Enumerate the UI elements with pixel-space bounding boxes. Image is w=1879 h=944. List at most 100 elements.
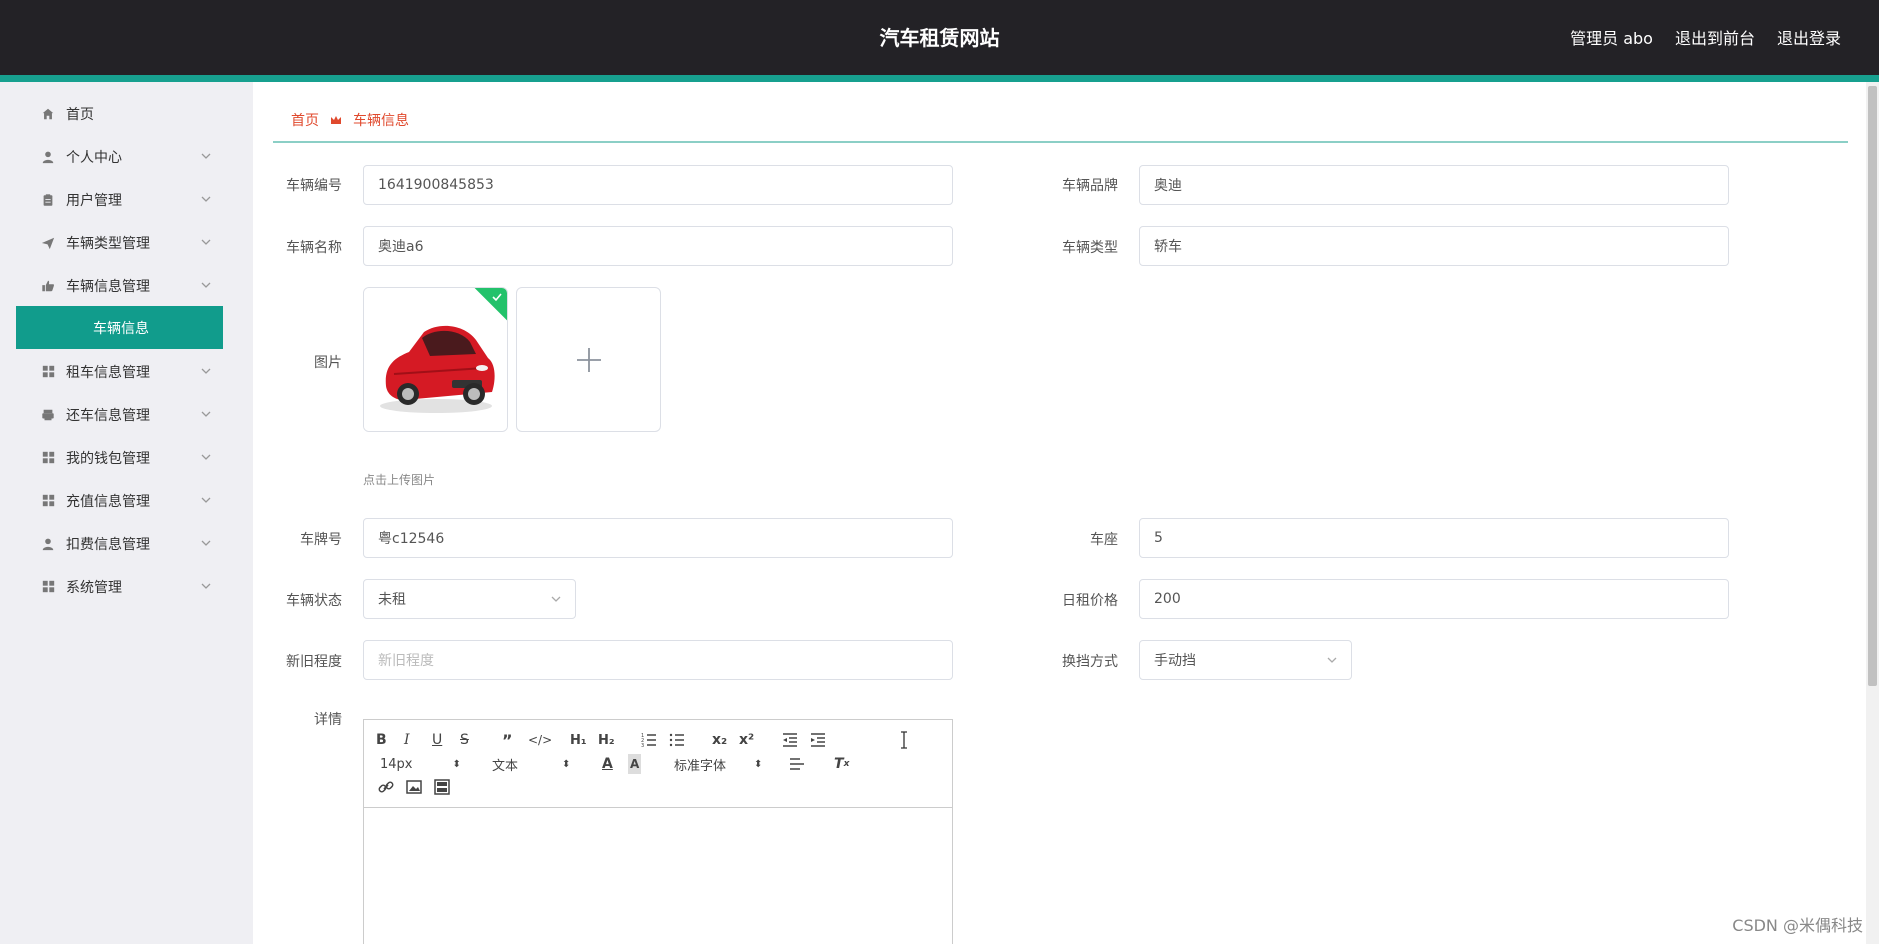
grid-icon	[40, 450, 56, 466]
gear-value: 手动挡	[1154, 653, 1196, 669]
font-family-select[interactable]: 标准字体 ⬍	[674, 754, 762, 774]
grid-icon	[40, 493, 56, 509]
top-bar: 汽车租赁网站 管理员 abo 退出到前台 退出登录	[0, 0, 1879, 75]
brand-value: 奥迪	[1154, 178, 1182, 194]
home-icon	[40, 106, 56, 122]
indent-icon[interactable]	[810, 732, 826, 748]
grid-icon	[40, 364, 56, 380]
sidebar-item-home[interactable]: 首页	[16, 92, 223, 135]
background-color-button[interactable]: A	[628, 754, 642, 774]
text-cursor-icon	[901, 731, 907, 749]
top-links: 管理员 abo 退出到前台 退出登录	[1570, 25, 1841, 49]
svg-text:3: 3	[641, 743, 644, 748]
vehicle-no-value: 1641900845853	[378, 177, 494, 193]
logout-link[interactable]: 退出登录	[1777, 25, 1841, 49]
sidebar-item-vehicle-info-management[interactable]: 车辆信息管理	[16, 264, 223, 307]
updown-icon: ⬍	[452, 758, 461, 770]
vehicle-type-value: 轿车	[1154, 239, 1182, 255]
sidebar-item-wallet-management[interactable]: 我的钱包管理	[16, 436, 223, 479]
sidebar-item-user-management[interactable]: 用户管理	[16, 178, 223, 221]
condition-input[interactable]: 新旧程度	[363, 640, 953, 680]
red-car-illustration	[364, 288, 507, 431]
heading1-button[interactable]: H₁	[570, 730, 587, 750]
video-icon[interactable]	[434, 779, 450, 795]
main-content: 首页 车辆信息 车辆编号 1641900845853 车辆品牌 奥迪 车辆名称 …	[253, 82, 1866, 944]
page-scrollbar-thumb[interactable]	[1868, 86, 1877, 686]
sidebar-item-return-info-management[interactable]: 还车信息管理	[16, 393, 223, 436]
admin-user-label[interactable]: 管理员 abo	[1570, 25, 1653, 49]
vehicle-type-input[interactable]: 轿车	[1139, 226, 1729, 266]
sidebar-item-label: 还车信息管理	[66, 407, 150, 424]
blockquote-button[interactable]: ”	[502, 730, 513, 750]
outdent-icon[interactable]	[782, 732, 798, 748]
font-color-button[interactable]: A	[602, 754, 613, 774]
chevron-down-icon	[201, 583, 211, 589]
chevron-down-icon	[201, 411, 211, 417]
clipboard-icon	[40, 192, 56, 208]
chevron-down-icon	[551, 596, 561, 602]
upload-add-button[interactable]	[516, 287, 661, 432]
plate-input[interactable]: 粤c12546	[363, 518, 953, 558]
vehicle-name-input[interactable]: 奥迪a6	[363, 226, 953, 266]
sidebar-item-label: 车辆信息	[93, 320, 149, 337]
align-left-icon[interactable]	[789, 756, 805, 772]
text-style-value: 文本	[492, 758, 519, 774]
send-icon	[40, 235, 56, 251]
sidebar-item-label: 用户管理	[66, 192, 122, 209]
image-icon[interactable]	[406, 779, 422, 795]
daily-price-label: 日租价格	[1062, 593, 1118, 609]
subscript-button[interactable]: x₂	[712, 730, 727, 750]
sidebar: 首页 个人中心 用户管理 车辆类型管理 车辆信息管理 车辆信息 租车信息管理 还…	[0, 82, 253, 944]
strikethrough-button[interactable]: S	[460, 730, 469, 750]
italic-button[interactable]: I	[404, 730, 410, 750]
topbar-accent-strip	[0, 75, 1879, 82]
sidebar-item-system-management[interactable]: 系统管理	[16, 565, 223, 608]
vehicle-type-label: 车辆类型	[1062, 240, 1118, 256]
chevron-down-icon	[201, 153, 211, 159]
bullet-list-icon[interactable]	[669, 732, 685, 748]
vehicle-no-input[interactable]: 1641900845853	[363, 165, 953, 205]
seats-value: 5	[1154, 530, 1163, 546]
sidebar-item-deduction-info-management[interactable]: 扣费信息管理	[16, 522, 223, 565]
grid-icon	[40, 579, 56, 595]
breadcrumb-home[interactable]: 首页	[291, 110, 319, 130]
daily-price-input[interactable]: 200	[1139, 579, 1729, 619]
font-size-select[interactable]: 14px ⬍	[380, 754, 461, 774]
sidebar-item-label: 系统管理	[66, 579, 122, 596]
breadcrumb-current: 车辆信息	[353, 113, 409, 129]
sidebar-item-label: 充值信息管理	[66, 493, 150, 510]
back-to-front-link[interactable]: 退出到前台	[1675, 25, 1755, 49]
status-select[interactable]: 未租	[363, 579, 576, 619]
brand-input[interactable]: 奥迪	[1139, 165, 1729, 205]
condition-placeholder: 新旧程度	[378, 653, 434, 669]
sidebar-item-vehicle-info[interactable]: 车辆信息	[16, 306, 223, 349]
sidebar-item-vehicle-type-management[interactable]: 车辆类型管理	[16, 221, 223, 264]
ordered-list-icon[interactable]: 123	[641, 732, 657, 748]
underline-button[interactable]: U	[432, 730, 442, 750]
font-size-value: 14px	[380, 756, 413, 772]
bold-button[interactable]: B	[376, 730, 387, 750]
gear-select[interactable]: 手动挡	[1139, 640, 1352, 680]
code-button[interactable]: </>	[528, 730, 552, 750]
superscript-button[interactable]: x²	[739, 730, 754, 750]
sidebar-item-label: 车辆信息管理	[66, 278, 150, 295]
sidebar-item-rental-info-management[interactable]: 租车信息管理	[16, 350, 223, 393]
thumb-icon	[40, 278, 56, 294]
sidebar-item-recharge-info-management[interactable]: 充值信息管理	[16, 479, 223, 522]
check-icon	[492, 293, 502, 302]
sidebar-item-label: 首页	[66, 106, 94, 123]
sidebar-item-label: 扣费信息管理	[66, 536, 150, 553]
link-icon[interactable]	[378, 779, 394, 795]
editor-toolbar: B I U S ” </> H₁ H₂ 123 x₂ x² 14px ⬍ 文本 …	[364, 720, 952, 808]
updown-icon: ⬍	[562, 758, 571, 770]
seats-input[interactable]: 5	[1139, 518, 1729, 558]
watermark: CSDN @米偶科技	[1732, 916, 1863, 935]
vehicle-name-label: 车辆名称	[286, 240, 342, 256]
heading2-button[interactable]: H₂	[598, 730, 615, 750]
breadcrumb: 首页 车辆信息	[291, 110, 409, 130]
clear-format-button[interactable]: Tx	[834, 754, 849, 774]
uploaded-car-image[interactable]	[363, 287, 508, 432]
chevron-down-icon	[201, 368, 211, 374]
text-style-select[interactable]: 文本 ⬍	[492, 754, 570, 774]
sidebar-item-personal-center[interactable]: 个人中心	[16, 135, 223, 178]
